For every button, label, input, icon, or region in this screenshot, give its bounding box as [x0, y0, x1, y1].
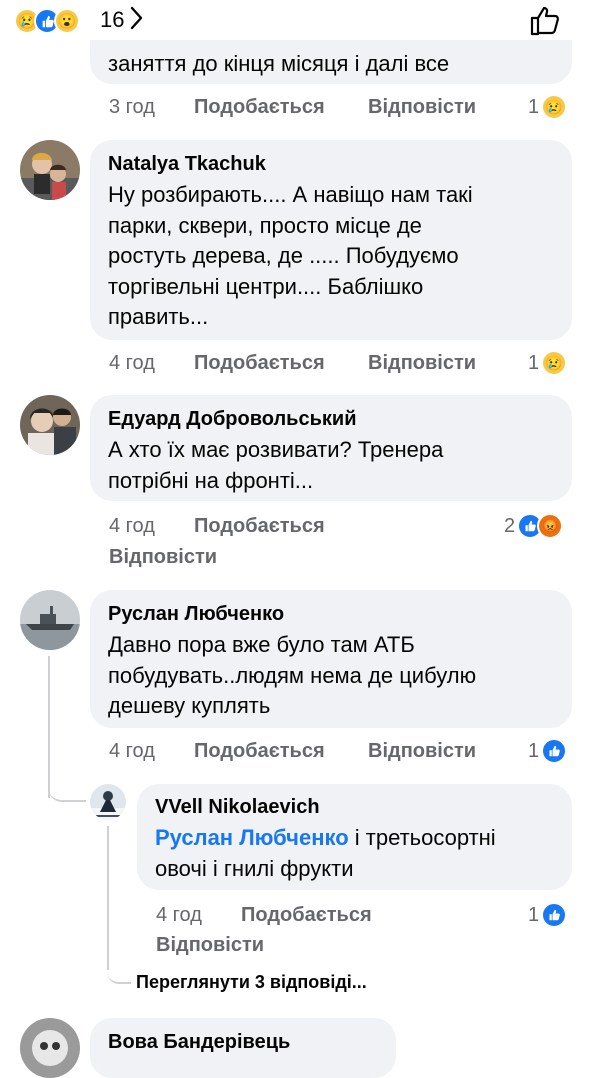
reply-button[interactable]: Відповісти	[368, 740, 476, 763]
like-reaction-icon	[541, 902, 568, 928]
comment-bubble: Natalya Tkachuk Ну розбирають.... А наві…	[90, 140, 572, 340]
avatar[interactable]	[20, 140, 80, 200]
comment-line: А хто їх має розвивати? Тренера	[108, 437, 444, 462]
reaction-icons: 😢 😮	[14, 7, 80, 35]
like-button[interactable]: Подобається	[194, 352, 325, 375]
like-button[interactable]: Подобається	[241, 904, 372, 927]
reaction-count: 2	[504, 514, 516, 537]
comment-line: править...	[108, 304, 209, 329]
like-button[interactable]: Подобається	[194, 96, 325, 119]
angry-reaction-icon: 😡	[537, 513, 564, 539]
comment-author[interactable]: Natalya Tkachuk	[108, 153, 266, 176]
comment-line: Руслан Любченко і третьосортні	[155, 823, 496, 854]
reaction-count: 1	[528, 739, 540, 762]
avatar[interactable]	[20, 395, 80, 455]
comment-line: ростуть дерева, де ..... Побудуємо	[108, 243, 459, 268]
comment-line: Ну розбирають.... А навіщо нам такі	[108, 182, 473, 207]
like-button[interactable]: Подобається	[194, 740, 325, 763]
like-button[interactable]: Подобається	[194, 515, 325, 538]
comment-reactions[interactable]: 2 😡	[504, 513, 564, 539]
like-reaction-icon	[541, 738, 568, 764]
comment-text: заняття до кінця місяця і далі все	[108, 51, 450, 76]
avatar[interactable]	[20, 590, 80, 650]
wow-reaction-icon: 😮	[54, 8, 80, 34]
comment-time[interactable]: 4 год	[109, 352, 155, 375]
comment-line: потрібні на фронті...	[108, 467, 314, 493]
mention-link[interactable]: Руслан Любченко	[155, 825, 349, 850]
comment-reactions[interactable]: 1	[528, 902, 568, 928]
chevron-right-icon[interactable]	[130, 5, 144, 38]
reply-button[interactable]: Відповісти	[368, 96, 476, 119]
comment-line: побудувать..людям нема де цибулю	[108, 662, 477, 688]
comment-bubble: Руслан Любченко Давно пора вже було там …	[90, 590, 572, 728]
avatar[interactable]	[20, 1018, 80, 1078]
comment-reactions[interactable]: 1	[528, 738, 568, 764]
comment-line-text: і третьосортні	[348, 825, 496, 850]
avatar[interactable]	[90, 784, 126, 820]
comment-reactions[interactable]: 1 😢	[528, 94, 568, 120]
reaction-count: 1	[528, 95, 540, 118]
comment-line: овочі і гнилі фрукти	[155, 855, 354, 881]
thread-line	[48, 780, 86, 802]
sad-reaction-icon: 😢	[541, 350, 568, 376]
reply-bubble: VVell Nikolaevich Руслан Любченко і трет…	[137, 784, 572, 890]
comment-bubble: Вова Бандерівець	[90, 1018, 396, 1078]
reply-button[interactable]: Відповісти	[156, 934, 264, 957]
thumbs-up-outline-icon[interactable]	[528, 4, 562, 38]
reaction-count: 16	[100, 7, 125, 32]
comment-reactions[interactable]: 1 😢	[528, 350, 568, 376]
comment-bubble: Едуард Добровольський А хто їх має розви…	[90, 395, 572, 501]
comment-text: Руслан Любченко і третьосортні овочі і г…	[155, 823, 496, 884]
comment-time[interactable]: 4 год	[109, 740, 155, 763]
comment-line: торгівельні центри.... Баблішко	[108, 273, 424, 299]
comment-text: А хто їх має розвивати? Тренера потрібні…	[108, 435, 443, 496]
comment-time[interactable]: 4 год	[156, 904, 202, 927]
view-replies-link[interactable]: Переглянути 3 відповіді...	[136, 972, 367, 993]
thread-line	[107, 966, 131, 984]
reply-button[interactable]: Відповісти	[368, 352, 476, 375]
reply-button[interactable]: Відповісти	[109, 546, 217, 569]
comment-text: Давно пора вже було там АТБ побудувать..…	[108, 630, 476, 722]
reactions-summary-bar[interactable]: 😢 😮 16	[0, 0, 591, 40]
comment-line: Давно пора вже було там АТБ	[108, 632, 415, 657]
comment-author[interactable]: Руслан Любченко	[108, 603, 284, 626]
comment-line: парки, сквери, просто місце де	[108, 212, 422, 238]
thread-line	[48, 656, 50, 798]
comment-author[interactable]: VVell Nikolaevich	[155, 796, 320, 819]
comment-author[interactable]: Едуард Добровольський	[108, 408, 357, 431]
thread-line	[107, 826, 109, 970]
comment-time[interactable]: 4 год	[109, 515, 155, 538]
reaction-count: 1	[528, 351, 540, 374]
comment-line: дешеву куплять	[108, 693, 271, 718]
sad-reaction-icon: 😢	[541, 94, 568, 120]
comment-time[interactable]: 3 год	[109, 96, 155, 119]
reaction-count: 1	[528, 903, 540, 926]
comment-text: Ну розбирають.... А навіщо нам такі парк…	[108, 180, 473, 333]
